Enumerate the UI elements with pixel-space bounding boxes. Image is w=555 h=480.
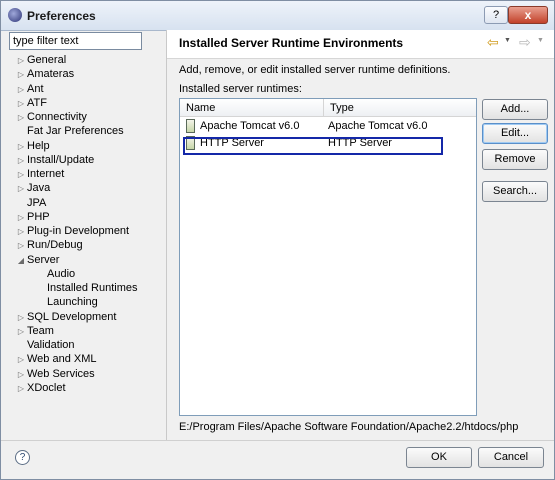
- collapsed-arrow-icon[interactable]: ▷: [15, 368, 27, 382]
- tree-item[interactable]: Installed Runtimes: [35, 281, 138, 295]
- tree-item-label: SQL Development: [27, 310, 117, 323]
- title-help-button[interactable]: ?: [484, 6, 508, 24]
- tree-item-label: Fat Jar Preferences: [27, 125, 124, 138]
- table-row[interactable]: Apache Tomcat v6.0 Apache Tomcat v6.0: [180, 118, 476, 134]
- row-name: Apache Tomcat v6.0: [200, 120, 300, 132]
- tree-item-label: Launching: [47, 296, 98, 309]
- back-dropdown-icon[interactable]: ▼: [504, 37, 511, 44]
- tree-item-label: Validation: [27, 339, 75, 351]
- collapsed-arrow-icon[interactable]: ▷: [15, 239, 27, 253]
- preference-tree: ▷ General ▷ Amateras ▷ Ant ▷ ATF ▷ Connectivity Fa…: [7, 53, 163, 441]
- collapsed-arrow-icon[interactable]: ▷: [15, 382, 27, 396]
- tree-item-label: Installed Runtimes: [47, 282, 138, 294]
- tree-item[interactable]: JPA: [15, 196, 46, 210]
- collapsed-arrow-icon[interactable]: ▷: [15, 311, 27, 325]
- collapsed-arrow-icon[interactable]: ▷: [15, 140, 27, 154]
- forward-arrow-icon[interactable]: ⇨: [519, 34, 531, 51]
- collapsed-arrow-icon[interactable]: ▷: [15, 68, 27, 82]
- tree-item-label: Connectivity: [27, 111, 87, 123]
- collapsed-arrow-icon[interactable]: ▷: [15, 182, 27, 196]
- search-button[interactable]: Search...: [482, 181, 548, 202]
- collapsed-arrow-icon[interactable]: ▷: [15, 168, 27, 182]
- tree-item[interactable]: ▷ Java: [15, 181, 50, 195]
- collapsed-arrow-icon[interactable]: ▷: [15, 225, 27, 239]
- tree-item[interactable]: ▷ Ant: [15, 82, 44, 96]
- tree-item[interactable]: ◢ Server: [15, 253, 59, 267]
- tree-item[interactable]: Fat Jar Preferences: [15, 124, 124, 138]
- column-header-name[interactable]: Name: [180, 99, 324, 117]
- preferences-window: Preferences ? x type filter text ▷ Genera…: [0, 0, 555, 480]
- bottom-divider: [1, 440, 554, 441]
- forward-dropdown-icon[interactable]: ▼: [537, 37, 544, 44]
- help-icon[interactable]: ?: [15, 450, 30, 465]
- tree-item-label: Web and XML: [27, 353, 97, 366]
- tree-item[interactable]: ▷ Web and XML: [15, 352, 97, 366]
- tree-item[interactable]: ▷ Web Services: [15, 367, 95, 381]
- tree-item-label: Run/Debug: [27, 239, 83, 252]
- collapsed-arrow-icon[interactable]: ▷: [15, 325, 27, 339]
- tree-item-label: XDoclet: [27, 381, 66, 394]
- tree-item[interactable]: Audio: [35, 267, 75, 281]
- tree-item[interactable]: ▷ Internet: [15, 167, 64, 181]
- page-title: Installed Server Runtime Environments: [179, 36, 404, 50]
- runtime-jar-icon: [186, 119, 195, 133]
- cancel-button[interactable]: Cancel: [478, 447, 544, 468]
- tree-item-label: Help: [27, 139, 50, 152]
- pane-splitter[interactable]: [166, 30, 167, 440]
- collapsed-arrow-icon[interactable]: ▷: [15, 111, 27, 125]
- tree-item[interactable]: ▷ Team: [15, 324, 54, 338]
- page-description: Add, remove, or edit installed server ru…: [179, 64, 451, 76]
- tree-item-label: JPA: [27, 196, 47, 209]
- window-title: Preferences: [27, 9, 96, 23]
- tree-item[interactable]: ▷ Run/Debug: [15, 238, 83, 252]
- title-bar: Preferences ? x: [1, 1, 554, 31]
- tree-item-label: General: [27, 54, 67, 66]
- tree-item-label: Amateras: [27, 68, 75, 81]
- tree-item[interactable]: Validation: [15, 338, 75, 352]
- tree-item[interactable]: ▷ SQL Development: [15, 310, 117, 325]
- tree-item[interactable]: ▷ Install/Update: [15, 153, 94, 167]
- row-type: Apache Tomcat v6.0: [328, 120, 428, 132]
- tree-item[interactable]: ▷ Help: [15, 139, 50, 153]
- tree-item-label: PHP: [27, 210, 50, 223]
- tree-item[interactable]: ▷ General: [15, 53, 66, 67]
- expanded-arrow-icon[interactable]: ◢: [15, 254, 27, 268]
- tree-item-label: Internet: [27, 168, 65, 180]
- tree-item-label: ATF: [27, 96, 47, 109]
- tree-item-label: Team: [27, 324, 54, 337]
- back-arrow-icon[interactable]: ⇦: [487, 34, 499, 51]
- tree-item[interactable]: ▷ Connectivity: [15, 110, 87, 124]
- tree-item-label: Server: [27, 253, 60, 266]
- collapsed-arrow-icon[interactable]: ▷: [15, 83, 27, 97]
- tree-item-label: Web Services: [27, 367, 95, 380]
- collapsed-arrow-icon[interactable]: ▷: [15, 54, 27, 68]
- remove-button[interactable]: Remove: [482, 149, 548, 170]
- tree-item[interactable]: ▷ Amateras: [15, 67, 74, 81]
- tree-item[interactable]: ▷ ATF: [15, 96, 47, 110]
- runtimes-list-label: Installed server runtimes:: [179, 83, 302, 95]
- eclipse-icon: [8, 8, 22, 22]
- runtimes-table: Name Type Apache Tomcat v6.0 Apache Tomc…: [179, 98, 477, 416]
- collapsed-arrow-icon[interactable]: ▷: [15, 211, 27, 225]
- edit-button[interactable]: Edit...: [482, 123, 548, 144]
- selection-highlight-box: [183, 137, 443, 155]
- tree-item-label: Plug-in Development: [27, 225, 130, 237]
- column-header-type[interactable]: Type: [324, 99, 476, 117]
- tree-item-label: Install/Update: [27, 153, 95, 166]
- tree-item-label: Java: [27, 182, 51, 195]
- runtime-path: E:/Program Files/Apache Software Foundat…: [179, 421, 519, 433]
- tree-item[interactable]: ▷ XDoclet: [15, 381, 66, 395]
- ok-button[interactable]: OK: [406, 447, 472, 468]
- collapsed-arrow-icon[interactable]: ▷: [15, 97, 27, 111]
- tree-item-label: Ant: [27, 82, 44, 95]
- filter-input[interactable]: type filter text: [9, 32, 142, 50]
- collapsed-arrow-icon[interactable]: ▷: [15, 154, 27, 168]
- tree-item[interactable]: Launching: [35, 295, 98, 309]
- close-button[interactable]: x: [508, 6, 548, 24]
- collapsed-arrow-icon[interactable]: ▷: [15, 353, 27, 367]
- add-button[interactable]: Add...: [482, 99, 548, 120]
- tree-item[interactable]: ▷ PHP: [15, 210, 50, 224]
- tree-item[interactable]: ▷ Plug-in Development: [15, 224, 129, 238]
- tree-item-label: Audio: [47, 267, 76, 280]
